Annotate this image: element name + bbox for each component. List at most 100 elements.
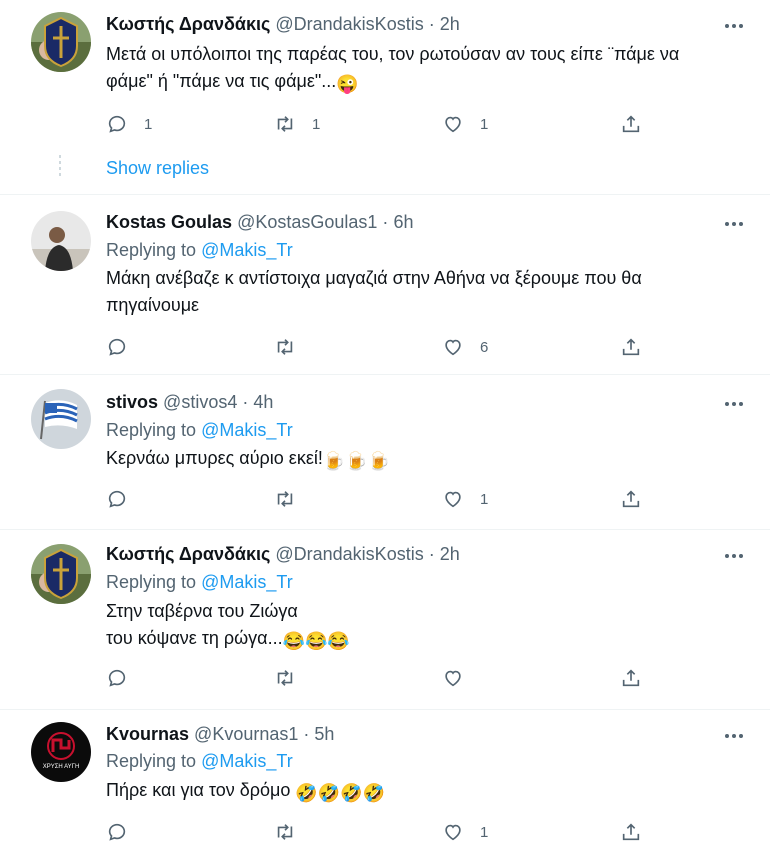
tweet-text-line-content: Κερνάω μπυρες αύριο εκεί!	[106, 448, 323, 468]
user-handle[interactable]: @DrandakisKostis	[275, 14, 423, 34]
reply-button[interactable]: 1	[106, 110, 152, 138]
heart-icon	[445, 116, 461, 133]
share-button[interactable]	[620, 333, 642, 361]
tweet[interactable]: ΧΡΥΣΗ ΑΥΓΗ Κvournas @Kvournas1 · 5h Repl…	[0, 710, 770, 865]
beer-mug-emoji: 🍺🍺🍺	[322, 451, 391, 471]
more-options-button[interactable]	[722, 392, 746, 416]
heart-icon	[445, 491, 461, 508]
avatar[interactable]	[31, 12, 91, 72]
tweet-text: Κερνάω μπυρες αύριο εκεί!🍺🍺🍺	[106, 445, 390, 475]
tweet-header: Κvournas @Kvournas1 · 5h	[106, 724, 334, 745]
like-button[interactable]	[442, 664, 480, 692]
replying-to: Replying to @Makis_Tr	[106, 751, 293, 772]
reply-icon	[108, 669, 126, 687]
tweet-text: Στην ταβέρνα του Ζιώγα του κόψανε τη ρώγ…	[106, 598, 350, 655]
avatar[interactable]	[31, 389, 91, 449]
tweet-text-line-content: του κόψανε τη ρώγα...	[106, 628, 283, 648]
more-options-button[interactable]	[722, 14, 746, 38]
tweet[interactable]: Κωστής Δρανδάκις @DrandakisKostis · 2h R…	[0, 530, 770, 710]
mention-link[interactable]: @Makis_Tr	[201, 751, 293, 771]
more-options-button[interactable]	[722, 212, 746, 236]
mention-link[interactable]: @Makis_Tr	[201, 572, 293, 592]
timestamp[interactable]: 6h	[393, 212, 413, 232]
like-count: 1	[480, 490, 489, 508]
retweet-icon	[277, 670, 293, 686]
reply-icon	[108, 490, 126, 508]
timestamp[interactable]: 2h	[440, 544, 460, 564]
tweet[interactable]: Κωστής Δρανδάκις @DrandakisKostis · 2h Μ…	[0, 0, 770, 195]
more-icon	[725, 402, 743, 406]
timestamp[interactable]: 4h	[253, 392, 273, 412]
share-icon	[622, 669, 640, 687]
tweet-text-line-content: φάμε" ή "πάμε να τις φάμε"...	[106, 71, 337, 91]
share-button[interactable]	[620, 110, 642, 138]
replying-to: Replying to @Makis_Tr	[106, 572, 293, 593]
separator-dot: ·	[242, 392, 249, 412]
retweet-icon	[277, 116, 293, 132]
tweet-text-line: φάμε" ή "πάμε να τις φάμε"...😜	[106, 68, 679, 98]
retweet-button[interactable]	[274, 664, 312, 692]
tweet-header: stivos @stivos4 · 4h	[106, 392, 273, 413]
reply-icon	[108, 823, 126, 841]
display-name[interactable]: Κωστής Δρανδάκις	[106, 544, 270, 564]
user-handle[interactable]: @KostasGoulas1	[237, 212, 377, 232]
like-button[interactable]: 1	[442, 485, 488, 513]
tweet-text-line: του κόψανε τη ρώγα...😂😂😂	[106, 625, 350, 655]
tweet-text-line: Κερνάω μπυρες αύριο εκεί!🍺🍺🍺	[106, 445, 390, 475]
show-replies-link[interactable]: Show replies	[106, 158, 209, 179]
timestamp[interactable]: 5h	[314, 724, 334, 744]
user-handle[interactable]: @stivos4	[163, 392, 237, 412]
replying-to: Replying to @Makis_Tr	[106, 420, 293, 441]
tweet-actions: 1	[106, 485, 666, 513]
replying-to-label: Replying to	[106, 572, 197, 592]
like-count: 1	[480, 823, 489, 841]
tweet-text-line-content: Πήρε και για τον δρόμο	[106, 780, 291, 800]
heart-icon	[445, 824, 461, 841]
display-name[interactable]: stivos	[106, 392, 158, 412]
separator-dot: ·	[382, 212, 389, 232]
more-icon	[725, 222, 743, 226]
replying-to: Replying to @Makis_Tr	[106, 240, 293, 261]
thread-connector	[59, 155, 61, 179]
tweet[interactable]: stivos @stivos4 · 4h Replying to @Makis_…	[0, 375, 770, 530]
tweet-actions: 1 1 1	[106, 110, 666, 138]
rolling-laughing-emoji: 🤣🤣🤣🤣	[295, 783, 386, 803]
share-button[interactable]	[620, 664, 642, 692]
share-button[interactable]	[620, 818, 642, 846]
display-name[interactable]: Κvournas	[106, 724, 189, 744]
reply-button[interactable]	[106, 664, 144, 692]
share-button[interactable]	[620, 485, 642, 513]
heart-icon	[445, 339, 461, 356]
share-icon	[622, 115, 640, 133]
like-button[interactable]: 1	[442, 110, 488, 138]
display-name[interactable]: Κωστής Δρανδάκις	[106, 14, 270, 34]
replying-to-label: Replying to	[106, 420, 197, 440]
reply-button[interactable]	[106, 333, 144, 361]
mention-link[interactable]: @Makis_Tr	[201, 420, 293, 440]
tweet[interactable]: Kostas Goulas @KostasGoulas1 · 6h Replyi…	[0, 195, 770, 375]
more-options-button[interactable]	[722, 724, 746, 748]
more-options-button[interactable]	[722, 544, 746, 568]
reply-button[interactable]	[106, 485, 144, 513]
tweet-header: Kostas Goulas @KostasGoulas1 · 6h	[106, 212, 413, 233]
like-button[interactable]: 6	[442, 333, 488, 361]
share-icon	[622, 338, 640, 356]
tweet-text-line: Μάκη ανέβαζε κ αντίστοιχα μαγαζιά στην Α…	[106, 268, 642, 288]
avatar[interactable]: ΧΡΥΣΗ ΑΥΓΗ	[31, 722, 91, 782]
reply-button[interactable]	[106, 818, 144, 846]
display-name[interactable]: Kostas Goulas	[106, 212, 232, 232]
retweet-button[interactable]	[274, 333, 312, 361]
like-button[interactable]: 1	[442, 818, 488, 846]
tweet-text: Μετά οι υπόλοιποι της παρέας του, τον ρω…	[106, 41, 679, 98]
retweet-button[interactable]: 1	[274, 110, 320, 138]
separator-dot: ·	[428, 14, 435, 34]
timestamp[interactable]: 2h	[440, 14, 460, 34]
like-count: 6	[480, 338, 489, 356]
mention-link[interactable]: @Makis_Tr	[201, 240, 293, 260]
retweet-button[interactable]	[274, 485, 312, 513]
avatar[interactable]	[31, 544, 91, 604]
retweet-button[interactable]	[274, 818, 312, 846]
avatar[interactable]	[31, 211, 91, 271]
user-handle[interactable]: @Kvournas1	[194, 724, 298, 744]
user-handle[interactable]: @DrandakisKostis	[275, 544, 423, 564]
